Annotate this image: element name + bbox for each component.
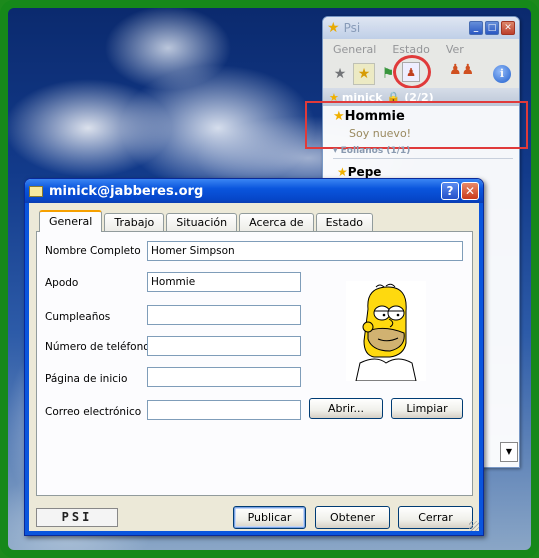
tab-bar: General Trabajo Situación Acerca de Esta…	[39, 210, 375, 232]
psi-titlebar[interactable]: ★ Psi _ □ ✕	[323, 17, 519, 39]
dialog-close-button[interactable]: ✕	[461, 182, 479, 200]
contact2-name: Pepe	[347, 165, 382, 179]
full-name-label: Nombre Completo	[45, 245, 141, 257]
roster-group-eollanos[interactable]: ▾ Eollanos (1/1)	[333, 146, 513, 159]
highlight-ring	[393, 55, 431, 89]
avatar	[346, 281, 426, 381]
homepage-field[interactable]	[147, 367, 301, 387]
open-button[interactable]: Abrir...	[309, 398, 383, 419]
tab-estado[interactable]: Estado	[315, 213, 374, 232]
psi-window-title: Psi	[343, 21, 361, 35]
full-name-field[interactable]: Homer Simpson	[147, 241, 463, 261]
group2-arrow-icon: ▾	[333, 146, 341, 156]
contact-status-message: Soy nuevo!	[349, 127, 412, 140]
group2-count: (1/1)	[386, 146, 411, 156]
tab-trabajo[interactable]: Trabajo	[104, 213, 165, 232]
homepage-label: Página de inicio	[45, 373, 128, 385]
maximize-button[interactable]: □	[485, 21, 499, 35]
get-button[interactable]: Obtener	[315, 506, 390, 529]
status-dropdown-arrow-icon[interactable]: ▼	[500, 442, 518, 462]
psi-logo: PSI	[36, 508, 118, 527]
publish-button[interactable]: Publicar	[233, 506, 306, 529]
email-label: Correo electrónico	[45, 406, 142, 418]
tab-situacion[interactable]: Situación	[166, 213, 238, 232]
help-button[interactable]: ?	[441, 182, 459, 200]
contact-star-icon: ★	[333, 109, 345, 124]
contact-pepe[interactable]: ★Pepe	[337, 165, 381, 179]
phone-field[interactable]	[147, 336, 301, 356]
contact-hommie[interactable]: ★Hommie	[333, 109, 405, 124]
group2-name: Eollanos	[340, 146, 384, 156]
nickname-label: Apodo	[45, 277, 79, 289]
nickname-field[interactable]: Hommie	[147, 272, 301, 292]
tab-acerca-de[interactable]: Acerca de	[239, 213, 314, 232]
close-dialog-button[interactable]: Cerrar	[398, 506, 473, 529]
show-offline-icon[interactable]: ★	[329, 63, 351, 85]
contact-name: Hommie	[344, 109, 405, 124]
menu-estado[interactable]: Estado	[392, 43, 429, 56]
menu-general[interactable]: General	[333, 43, 376, 56]
email-field[interactable]	[147, 400, 301, 420]
minimize-button[interactable]: _	[469, 21, 483, 35]
resize-grip[interactable]	[469, 521, 479, 531]
phone-label: Número de teléfono	[45, 341, 150, 353]
menu-ver[interactable]: Ver	[446, 43, 464, 56]
vcard-icon	[29, 185, 43, 197]
general-tab-panel: Nombre Completo Homer Simpson Apodo Homm…	[36, 231, 473, 496]
psi-star-icon: ★	[327, 20, 340, 36]
add-contact-icon[interactable]: ♟♟	[449, 62, 474, 78]
vcard-dialog: minick@jabberes.org ? ✕ General Trabajo …	[24, 178, 484, 536]
birthday-field[interactable]	[147, 305, 301, 325]
birthday-label: Cumpleaños	[45, 311, 111, 323]
contact2-star-icon: ★	[337, 165, 348, 179]
dialog-titlebar[interactable]: minick@jabberes.org ? ✕	[25, 179, 483, 203]
psi-menubar: General Estado Ver	[323, 39, 519, 59]
show-away-icon[interactable]: ★	[353, 62, 375, 85]
close-button[interactable]: ✕	[501, 21, 515, 35]
dialog-title: minick@jabberes.org	[49, 183, 204, 199]
clear-button[interactable]: Limpiar	[391, 398, 463, 419]
info-icon[interactable]: i	[493, 64, 511, 83]
tab-general[interactable]: General	[39, 210, 103, 232]
